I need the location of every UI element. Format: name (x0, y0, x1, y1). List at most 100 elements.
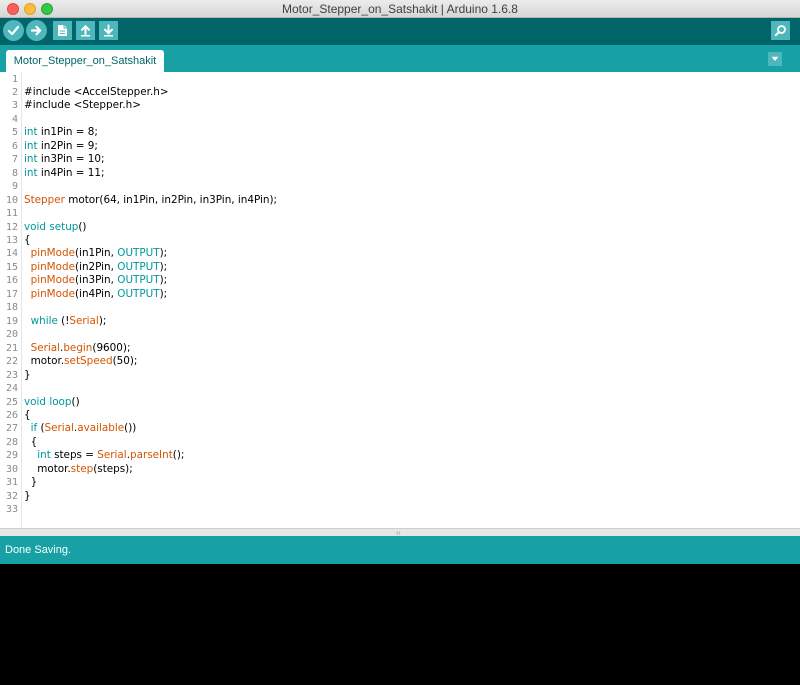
serial-monitor-button[interactable] (771, 21, 790, 40)
code-line[interactable]: pinMode(in1Pin, OUTPUT); (24, 247, 168, 260)
code-token: in2Pin = 9; (37, 139, 98, 152)
code-token: motor(64, in1Pin, in2Pin, in3Pin, in4Pin… (64, 193, 278, 206)
code-token: { (24, 435, 38, 448)
code-token: Stepper (24, 193, 65, 206)
code-token: (in3Pin, (75, 274, 118, 287)
code-line[interactable]: } (24, 490, 31, 503)
code-token: ); (159, 247, 168, 260)
console-output[interactable] (0, 564, 800, 685)
code-token: pinMode (30, 274, 75, 287)
code-line[interactable]: int steps = Serial.parseInt(); (24, 449, 184, 462)
code-token: .h> (149, 85, 169, 98)
code-token: (in1Pin, (75, 247, 118, 260)
line-number: 8 (11, 167, 18, 179)
code-editor[interactable]: 1 2 3 4 5 6 7 8 9 10 11 12 13 14 15 16 17 18 19 20 21 22 23 24 2… (0, 72, 800, 528)
code-token: Serial (97, 449, 127, 462)
line-number: 7 (11, 154, 18, 166)
code-line[interactable]: Serial.begin(9600); (24, 342, 131, 355)
window-title: Motor_Stepper_on_Satshakit | Arduino 1.6… (282, 2, 518, 16)
code-token: pinMode (30, 260, 75, 273)
code-token: ); (159, 274, 168, 287)
code-line[interactable]: motor.step(steps); (24, 463, 133, 476)
code-token: loop (49, 395, 72, 408)
line-number: 10 (5, 194, 18, 206)
code-line[interactable]: { (24, 409, 31, 422)
document-icon (58, 25, 67, 36)
tab-sketch[interactable]: Motor_Stepper_on_Satshakit (6, 50, 164, 72)
code-token: while (30, 314, 58, 327)
line-number: 28 (5, 436, 18, 448)
code-line[interactable]: while (!Serial); (24, 314, 107, 328)
magnifier-icon (774, 25, 786, 37)
code-token: available (77, 422, 125, 435)
line-number: 33 (5, 504, 18, 516)
line-number: 19 (5, 315, 18, 327)
line-number: 11 (5, 208, 18, 220)
code-token: () (71, 395, 80, 408)
code-token: motor. (24, 355, 65, 368)
line-number-gutter: 1 2 3 4 5 6 7 8 9 10 11 12 13 14 15 16 17 18 19 20 21 22 23 24 2… (0, 72, 22, 528)
code-token: OUTPUT (117, 274, 160, 287)
tab-menu-button[interactable] (768, 52, 782, 66)
line-number: 29 (5, 450, 18, 462)
code-line[interactable]: #include <Stepper.h> (24, 99, 141, 112)
verify-button[interactable] (3, 20, 24, 41)
code-token: } (24, 476, 38, 489)
title-bar: Motor_Stepper_on_Satshakit | Arduino 1.6… (0, 0, 800, 18)
pane-splitter[interactable]: ‹› (0, 528, 800, 537)
code-line[interactable]: if (Serial.available()) (24, 422, 137, 435)
code-line[interactable]: int in1Pin = 8; (24, 126, 98, 139)
code-line[interactable]: } (24, 476, 38, 489)
code-token: ); (98, 314, 107, 327)
code-token: int (24, 139, 38, 152)
code-line[interactable]: pinMode(in3Pin, OUTPUT); (24, 274, 168, 287)
code-token: ()) (124, 422, 137, 435)
code-line[interactable]: { (24, 435, 38, 449)
code-token: steps = (50, 449, 98, 462)
code-token: { (24, 234, 31, 247)
code-token: (in2Pin, (75, 260, 118, 273)
line-number: 20 (5, 329, 18, 341)
code-token: OUTPUT (117, 287, 160, 300)
upload-button[interactable] (26, 20, 47, 41)
line-number: 12 (5, 221, 18, 233)
code-line[interactable]: int in4Pin = 11; (24, 167, 104, 180)
code-token: OUTPUT (117, 260, 160, 273)
code-line[interactable]: void setup() (24, 221, 86, 234)
code-line[interactable]: motor.setSpeed(50); (24, 355, 138, 368)
line-number: 15 (5, 261, 18, 273)
new-sketch-button[interactable] (53, 21, 72, 40)
code-token: { (24, 409, 31, 421)
code-line[interactable]: void loop() (24, 396, 80, 409)
toolbar (0, 18, 800, 45)
code-token: ); (159, 260, 168, 273)
save-button[interactable] (99, 21, 118, 40)
code-line[interactable]: pinMode(in2Pin, OUTPUT); (24, 260, 168, 274)
code-line[interactable]: { (24, 234, 31, 247)
code-line[interactable]: } (24, 369, 31, 382)
code-token: int (24, 166, 38, 179)
code-line[interactable]: pinMode(in4Pin, OUTPUT); (24, 287, 168, 301)
code-token: pinMode (30, 287, 75, 300)
code-token: pinMode (30, 247, 75, 260)
code-line[interactable]: int in3Pin = 10; (24, 153, 104, 166)
open-button[interactable] (76, 21, 95, 40)
code-token: } (24, 368, 31, 381)
code-token: Serial (44, 422, 74, 435)
code-token: void (24, 395, 46, 408)
code-token: motor. (24, 462, 71, 475)
code-token: AccelStepper (82, 85, 150, 98)
status-message: Done Saving. (5, 544, 72, 556)
code-line[interactable]: int in2Pin = 9; (24, 140, 98, 153)
line-number: 14 (5, 248, 18, 260)
code-line[interactable]: #include <AccelStepper.h> (24, 86, 169, 99)
code-line[interactable]: Stepper motor(64, in1Pin, in2Pin, in3Pin… (24, 194, 277, 207)
code-token: step (70, 462, 94, 475)
